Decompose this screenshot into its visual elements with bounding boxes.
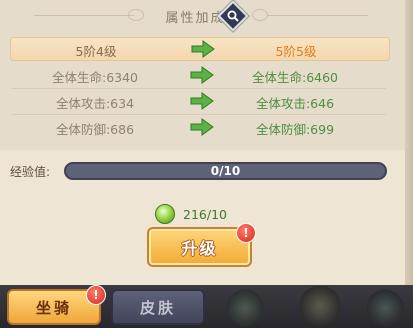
attribute-header: 属性加成 (0, 4, 405, 28)
panel-edge (405, 0, 413, 328)
mount-portraits-decoration (215, 286, 413, 328)
header-divider-left (34, 15, 134, 16)
tab-mount-label: 坐骑 (35, 298, 72, 317)
upgrade-label: 升级 (181, 239, 218, 258)
stat-row-hp: 全体生命:6340 全体生命:6460 (10, 64, 388, 86)
next-level: 5阶5级 (275, 44, 317, 59)
cost-text: 216/10 (183, 206, 227, 222)
stat-row-defense: 全体防御:686 全体防御:699 (10, 116, 388, 138)
level-row: 5阶4级 5阶5级 (10, 37, 390, 61)
next-attack: 全体攻击:646 (255, 96, 335, 111)
alert-badge-mark: ! (243, 226, 249, 240)
current-attack: 全体攻击:634 (55, 96, 135, 111)
current-defense: 全体防御:686 (55, 122, 135, 137)
tab-skin[interactable]: 皮肤 (111, 289, 205, 325)
upgrade-cost: 216/10 (155, 204, 227, 224)
current-level: 5阶4级 (75, 44, 117, 59)
row-divider (12, 88, 386, 89)
experience-bar: 0/10 (64, 162, 387, 180)
tab-skin-label: 皮肤 (139, 298, 176, 317)
alert-badge-icon: ! (236, 223, 256, 243)
experience-label: 经验值: (10, 165, 51, 179)
current-hp: 全体生命:6340 (51, 70, 139, 85)
alert-badge-icon: ! (86, 285, 106, 305)
green-gem-icon (155, 204, 175, 224)
stat-row-attack: 全体攻击:634 全体攻击:646 (10, 90, 388, 112)
row-divider (12, 114, 386, 115)
header-swirl-left (128, 9, 144, 21)
header-swirl-right (252, 9, 268, 21)
next-hp: 全体生命:6460 (251, 70, 339, 85)
header-divider-right (268, 15, 368, 16)
experience-value: 0/10 (210, 164, 241, 178)
next-defense: 全体防御:699 (255, 122, 335, 137)
alert-badge-mark: ! (93, 288, 99, 302)
